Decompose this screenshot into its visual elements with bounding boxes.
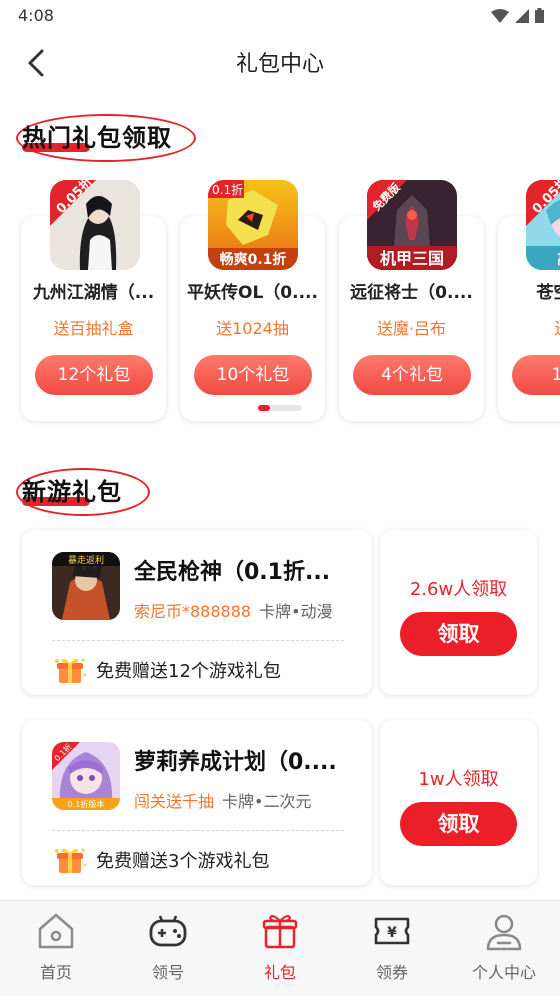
claim-button[interactable]: 领取 xyxy=(400,802,517,846)
tab-label: 礼包 xyxy=(263,963,296,982)
tab-home[interactable]: 首页 xyxy=(0,909,112,989)
tab-gift[interactable]: 礼包 xyxy=(224,909,336,989)
divider xyxy=(52,640,344,641)
hot-gift-name: 平妖传OL（0.... xyxy=(187,283,318,303)
hot-gift-desc: 送海 xyxy=(498,315,560,339)
user-icon xyxy=(486,914,522,951)
game-name: 全民枪神（0.1折... xyxy=(134,560,331,585)
tab-account[interactable]: 领号 xyxy=(112,909,224,989)
game-highlight: 索尼币*888888 xyxy=(134,602,252,621)
gift-box-icon xyxy=(55,848,87,873)
game-tags: 卡牌•二次元 xyxy=(222,792,312,811)
game-icon: 0.1折版本 0.1折 xyxy=(52,742,120,810)
icon-badge: 0.1折 xyxy=(212,182,243,197)
status-time: 4:08 xyxy=(18,6,54,25)
new-game-card[interactable]: 暴走返利 全民枪神（0.1折... 索尼币*888888 卡牌•动漫 免费赠送12… xyxy=(22,530,372,695)
hot-gifts-carousel[interactable]: 0.05折 九州江湖情（... 送百抽礼盒 12个礼包 畅爽0.1折 0.1折 … xyxy=(0,180,560,425)
carousel-indicator xyxy=(258,405,302,411)
tab-profile[interactable]: 个人中心 xyxy=(448,909,560,989)
bottom-tab-bar: 首页 领号 礼包 ¥ 领券 个人中心 xyxy=(0,900,560,996)
section-title-hot: 热门礼包领取 xyxy=(22,124,172,152)
hot-gift-name: 苍空物语 xyxy=(536,283,560,303)
icon-banner: 畅爽0.1折 xyxy=(220,251,287,268)
hot-gift-button[interactable]: 12个礼包 xyxy=(35,355,153,395)
header: 礼包中心 xyxy=(0,32,560,94)
divider xyxy=(52,830,344,831)
svg-text:¥: ¥ xyxy=(387,925,397,941)
gamepad-icon xyxy=(149,915,187,947)
hot-gift-button[interactable]: 12个 xyxy=(512,355,560,395)
game-tags: 卡牌•动漫 xyxy=(259,602,333,621)
hot-gift-button[interactable]: 4个礼包 xyxy=(353,355,471,395)
game-meta: 索尼币*888888 卡牌•动漫 xyxy=(134,598,333,622)
hot-gift-button[interactable]: 10个礼包 xyxy=(194,355,312,395)
game-icon: 0.05折 xyxy=(50,180,140,270)
claim-count: 1w人领取 xyxy=(418,769,499,790)
hot-gift-desc: 送1024抽 xyxy=(216,319,289,338)
home-icon xyxy=(38,913,74,949)
gift-icon xyxy=(262,915,298,949)
status-icons xyxy=(491,8,544,23)
game-icon: 高抽 0.05折 xyxy=(526,180,560,270)
hot-gift-desc: 送百抽礼盒 xyxy=(53,319,134,338)
hot-gift-desc: 送魔·吕布 xyxy=(376,319,447,338)
icon-banner: 机甲三国 xyxy=(380,249,444,268)
carousel-indicator-active xyxy=(258,405,270,411)
icon-banner: 0.1折版本 xyxy=(68,799,105,809)
tab-label: 首页 xyxy=(39,963,72,982)
section-title-new: 新游礼包 xyxy=(22,478,122,506)
ticket-icon: ¥ xyxy=(374,917,410,945)
icon-badge: 暴走返利 xyxy=(68,554,104,566)
game-meta: 闯关送千抽 卡牌•二次元 xyxy=(134,788,311,812)
claim-count: 2.6w人领取 xyxy=(409,579,508,600)
tab-label: 领号 xyxy=(151,963,184,982)
hot-gift-name: 九州江湖情（... xyxy=(32,283,155,303)
hot-gift-name: 远征将士（0.... xyxy=(350,283,473,303)
status-bar: 4:08 xyxy=(0,0,560,32)
gift-text: 免费赠送12个游戏礼包 xyxy=(96,661,281,682)
game-icon: 畅爽0.1折 0.1折 xyxy=(208,180,298,270)
game-icon: 机甲三国 免费版 xyxy=(367,180,457,270)
claim-button[interactable]: 领取 xyxy=(400,612,517,656)
gift-text: 免费赠送3个游戏礼包 xyxy=(96,851,270,872)
tab-label: 领券 xyxy=(375,963,408,982)
tab-label: 个人中心 xyxy=(471,963,536,982)
game-icon: 暴走返利 xyxy=(52,552,120,620)
claim-card: 1w人领取 领取 xyxy=(380,720,537,885)
battery-icon xyxy=(535,8,544,23)
signal-icon xyxy=(515,8,529,23)
gift-info: 免费赠送12个游戏礼包 xyxy=(52,655,281,685)
tab-coupon[interactable]: ¥ 领券 xyxy=(336,909,448,989)
page-title: 礼包中心 xyxy=(235,52,324,77)
gift-box-icon xyxy=(55,658,87,683)
gift-info: 免费赠送3个游戏礼包 xyxy=(52,845,269,875)
wifi-icon xyxy=(491,8,509,23)
game-highlight: 闯关送千抽 xyxy=(134,792,215,811)
game-name: 萝莉养成计划（0.... xyxy=(134,750,337,775)
new-game-card[interactable]: 0.1折版本 0.1折 萝莉养成计划（0.... 闯关送千抽 卡牌•二次元 免费赠… xyxy=(22,720,372,885)
claim-card: 2.6w人领取 领取 xyxy=(380,530,537,695)
